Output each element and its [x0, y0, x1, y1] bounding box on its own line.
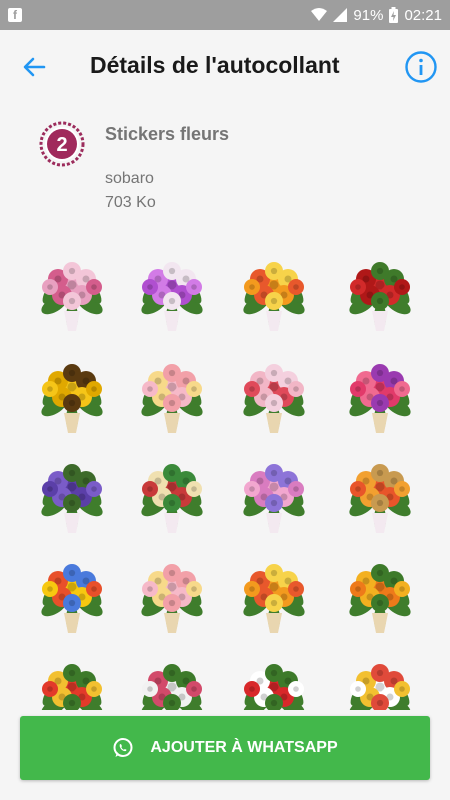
- status-bar: f 91% 02:21: [0, 0, 450, 30]
- sticker-tulip-basket[interactable]: [340, 457, 420, 537]
- sticker-image: [41, 262, 103, 331]
- sticker-image: [349, 564, 411, 633]
- arrow-left-icon: [23, 57, 46, 77]
- sticker-orange-lily-bouquet[interactable]: [234, 557, 314, 637]
- pack-size: 703 Ko: [105, 194, 156, 211]
- pack-author: sobaro: [105, 170, 154, 187]
- sticker-image: [243, 564, 305, 633]
- sticker-image: [349, 464, 411, 533]
- sticker-image: [349, 664, 411, 710]
- battery-percent: 91%: [353, 6, 384, 24]
- add-to-whatsapp-label: AJOUTER À WHATSAPP: [150, 739, 338, 756]
- sticker-mixed-flower-bouquet[interactable]: [132, 457, 212, 537]
- sticker-image: [243, 664, 305, 710]
- sticker-image: [243, 262, 305, 331]
- sticker-image: [243, 464, 305, 533]
- wifi-icon: [311, 8, 328, 21]
- facebook-notification-icon: f: [8, 8, 22, 22]
- sticker-orange-round-bouquet[interactable]: [340, 557, 420, 637]
- info-button[interactable]: [404, 50, 438, 84]
- sticker-image: [41, 564, 103, 633]
- sticker-sunflower-bouquet[interactable]: [32, 357, 112, 437]
- sticker-image: [41, 664, 103, 710]
- sticker-daisy-arrangement[interactable]: [340, 657, 420, 710]
- sticker-orange-lily-bouquet[interactable]: [234, 255, 314, 335]
- sticker-white-flower-arrangement[interactable]: [132, 657, 212, 710]
- clock: 02:21: [404, 6, 442, 24]
- back-button[interactable]: [20, 52, 50, 82]
- pack-logo-number: 2: [56, 134, 67, 156]
- sticker-image: [141, 364, 203, 433]
- page-title: Détails de l'autocollant: [90, 52, 340, 78]
- sticker-image: [141, 664, 203, 710]
- sticker-image: [41, 364, 103, 433]
- sticker-image: [349, 364, 411, 433]
- sticker-pink-wrapped-bouquet[interactable]: [234, 357, 314, 437]
- sticker-pack-info: 2 Stickers fleurs sobaro 703 Ko: [0, 118, 450, 228]
- app-bar: Détails de l'autocollant: [0, 30, 450, 104]
- sticker-grid: [0, 255, 450, 710]
- pack-name: Stickers fleurs: [105, 124, 230, 144]
- sticker-yellow-mixed-bouquet[interactable]: [32, 557, 112, 637]
- sticker-red-roses-basket[interactable]: [340, 255, 420, 335]
- add-to-whatsapp-button[interactable]: AJOUTER À WHATSAPP: [20, 716, 430, 780]
- sticker-pink-hydrangea-bouquet[interactable]: [234, 457, 314, 537]
- sticker-red-flower-arrangement[interactable]: [32, 657, 112, 710]
- pack-logo: 2: [39, 121, 85, 167]
- sticker-image: [349, 262, 411, 331]
- sticker-pastel-roses-bouquet[interactable]: [132, 557, 212, 637]
- sticker-gerbera-bouquet[interactable]: [340, 357, 420, 437]
- sticker-purple-iris-bouquet[interactable]: [32, 457, 112, 537]
- sticker-red-white-arrangement[interactable]: [234, 657, 314, 710]
- sticker-image: [41, 464, 103, 533]
- sticker-image: [141, 262, 203, 331]
- battery-charging-icon: [389, 7, 399, 23]
- sticker-image: [243, 364, 305, 433]
- info-icon: [405, 51, 437, 83]
- sticker-image: [141, 464, 203, 533]
- status-right: 91% 02:21: [311, 7, 442, 24]
- signal-icon: [333, 8, 348, 22]
- sticker-image: [141, 564, 203, 633]
- sticker-pink-roses-bouquet[interactable]: [32, 255, 112, 335]
- sticker-purple-flower-heart-envelope[interactable]: [132, 255, 212, 335]
- sticker-pastel-roses-bouquet[interactable]: [132, 357, 212, 437]
- whatsapp-icon: [113, 738, 133, 757]
